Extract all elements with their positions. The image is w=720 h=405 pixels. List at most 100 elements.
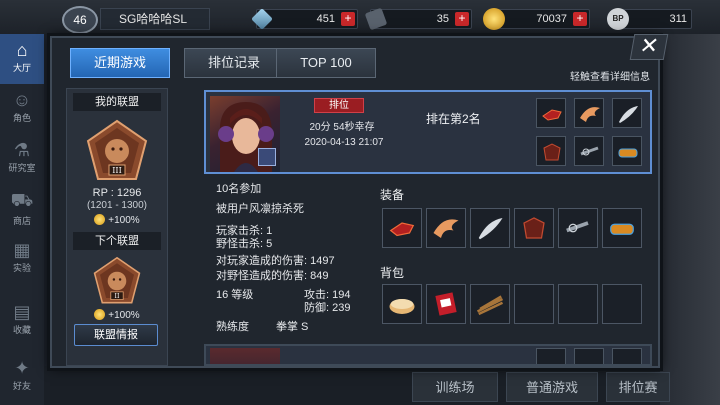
equipment-slot[interactable] <box>382 208 422 248</box>
tab-top-100[interactable]: TOP 100 <box>276 48 376 78</box>
gold-currency: 70037 + <box>483 8 590 30</box>
match-history-modal: 近期游戏 排位记录 TOP 100 轻触查看详细信息 我的联盟 III RP :… <box>50 36 660 368</box>
wing-icon <box>433 219 459 238</box>
killed-by: 被用户风凛掠杀死 <box>216 203 304 215</box>
nav-item-collection[interactable]: ▤ 收藏 <box>0 296 44 346</box>
armor-icon <box>523 217 545 239</box>
cart-icon: ⛟ <box>10 190 34 210</box>
current-bonus: +100% <box>67 214 167 226</box>
league-info-button[interactable]: 联盟情报 <box>74 324 158 346</box>
lion-emblem-icon: II <box>93 256 141 304</box>
summary-item-slot <box>536 348 566 364</box>
home-icon: ⌂ <box>16 40 28 60</box>
equipment-slot[interactable] <box>514 208 554 248</box>
normal-game-button[interactable]: 普通游戏 <box>506 372 598 402</box>
lion-emblem-icon: III <box>86 119 148 180</box>
rp-value: RP : 1296 <box>92 187 142 199</box>
damage-to-players: 对玩家造成的伤害: 1497 <box>216 255 335 267</box>
ticket-count: 35 <box>436 13 449 25</box>
next-bonus: +100% <box>67 309 167 321</box>
bp-icon: BP <box>607 8 629 30</box>
gamepad-icon: ✦ <box>14 358 30 378</box>
participants-count: 10名参加 <box>216 183 262 195</box>
summary-item-slot <box>574 98 604 128</box>
match-card[interactable]: 排位 20分 54秒幸存 2020-04-13 21:07 排在第2名 <box>204 90 652 174</box>
damage-to-monsters: 对野怪造成的伤害: 849 <box>216 270 329 282</box>
chain-icon <box>580 146 599 156</box>
current-tier-label: III <box>112 166 121 175</box>
nav-item-character[interactable]: ☺ 角色 <box>0 84 44 134</box>
mastery-value: 拳掌 S <box>276 321 309 333</box>
ranked-game-button[interactable]: 排位赛 <box>606 372 670 402</box>
next-tier-label: II <box>115 293 120 300</box>
gold-count: 70037 <box>536 13 567 25</box>
summary-item-slot <box>574 348 604 364</box>
gauntlet-icon <box>542 109 562 121</box>
next-league-emblem: II <box>93 256 141 306</box>
final-rank: 排在第2名 <box>426 112 481 126</box>
add-diamond-button[interactable]: + <box>341 12 355 26</box>
summary-item-slot <box>612 136 642 166</box>
gold-coin-icon <box>483 8 505 30</box>
ticket-currency: 35 + <box>364 7 472 31</box>
bag-slot[interactable] <box>426 284 466 324</box>
nav-item-lab[interactable]: ⚗ 研究室 <box>0 134 44 184</box>
character-level: 16 等级 <box>216 289 254 301</box>
bag-title: 背包 <box>380 266 405 280</box>
match-card-next[interactable] <box>204 344 652 366</box>
player-name[interactable]: SG哈哈哈SL <box>100 8 210 30</box>
feather-icon <box>619 106 638 123</box>
survival-time: 20分 54秒幸存 <box>309 122 375 133</box>
bag-slot-empty[interactable] <box>558 284 598 324</box>
tab-recent-games[interactable]: 近期游戏 <box>70 48 170 78</box>
tap-hint: 轻触查看详细信息 <box>570 72 650 83</box>
nav-item-shop[interactable]: ⛟ 商店 <box>0 184 44 234</box>
match-mode-badge: 排位 <box>314 98 364 113</box>
summary-item-slot <box>612 98 642 128</box>
tab-rank-records[interactable]: 排位记录 <box>184 48 284 78</box>
bag-slot[interactable] <box>382 284 422 324</box>
bag-slot-empty[interactable] <box>602 284 642 324</box>
coin-icon <box>94 309 106 320</box>
add-gold-button[interactable]: + <box>573 12 587 26</box>
bracer-icon <box>618 148 638 158</box>
bag-slot[interactable] <box>470 284 510 324</box>
equipment-slot[interactable] <box>426 208 466 248</box>
close-button[interactable]: ✕ <box>629 33 669 60</box>
mastery-label: 熟练度 <box>216 321 249 333</box>
bp-currency: BP 311 <box>607 8 692 30</box>
character-icon: ☺ <box>12 90 32 110</box>
equipment-slot[interactable] <box>602 208 642 248</box>
nav-item-friends[interactable]: ✦ 好友 <box>0 352 44 402</box>
nav-item-lobby[interactable]: ⌂ 大厅 <box>0 34 44 84</box>
summary-item-slot <box>612 348 642 364</box>
diamond-currency: 451 + <box>251 8 358 30</box>
summary-item-slot <box>536 136 566 166</box>
next-league-title: 下个联盟 <box>73 232 161 250</box>
summary-item-slot <box>574 136 604 166</box>
match-date: 2020-04-13 21:07 <box>304 137 384 148</box>
weapon-type-badge <box>258 148 276 166</box>
bracer-icon <box>610 223 634 235</box>
rp-range: (1201 - 1300) <box>86 200 148 211</box>
level-badge: 46 <box>62 6 98 34</box>
add-ticket-button[interactable]: + <box>455 12 469 26</box>
armor-icon <box>543 143 561 161</box>
side-navigation: ⌂ 大厅 ☺ 角色 ⚗ 研究室 ⛟ 商店 ▦ 实验 ▤ 收藏 ✦ 好友 <box>0 34 44 405</box>
nav-item-experiment[interactable]: ▦ 实验 <box>0 234 44 284</box>
bp-count: 311 <box>669 13 687 25</box>
summary-item-slot <box>536 98 566 128</box>
monster-kills: 野怪击杀: 5 <box>216 238 273 250</box>
background-character-art <box>660 34 720 405</box>
book-icon: ▤ <box>13 302 31 322</box>
training-button[interactable]: 训练场 <box>412 372 498 402</box>
equipment-slot[interactable] <box>470 208 510 248</box>
feather-icon <box>478 218 503 240</box>
card-icon <box>435 292 457 316</box>
equipment-slot[interactable] <box>558 208 598 248</box>
bread-icon <box>389 299 415 314</box>
coin-icon <box>94 214 106 225</box>
current-league-emblem: III <box>86 119 148 183</box>
sticks-icon <box>476 295 504 316</box>
bag-slot-empty[interactable] <box>514 284 554 324</box>
